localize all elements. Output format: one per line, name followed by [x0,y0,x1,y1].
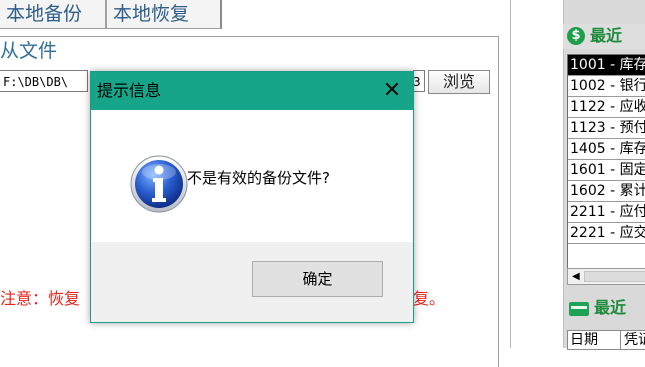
list-item[interactable]: 1122 - 应收 [568,97,645,118]
card-icon [569,302,589,316]
notice-text-tail: 复。 [413,289,446,308]
horizontal-scrollbar[interactable]: ◀ [567,268,645,285]
from-file-label: 从文件 [0,40,58,62]
column-separator [620,331,621,349]
list-item[interactable]: 2211 - 应付 [568,202,645,223]
backup-path-input-tail[interactable]: 3 [413,70,425,92]
scroll-thumb[interactable] [584,271,645,282]
dollar-icon: $ [567,27,585,45]
dialog-title: 提示信息 [97,81,162,100]
voucher-grid-header: 日期 凭证 [567,330,645,350]
browse-button[interactable]: 浏览 [428,70,490,94]
dialog-titlebar[interactable]: 提示信息 ✕ [91,72,413,110]
list-item[interactable]: 1602 - 累计 [568,181,645,202]
info-icon [130,155,188,213]
list-item[interactable]: 2221 - 应交 [568,223,645,244]
column-header-voucher[interactable]: 凭证 [622,331,645,349]
list-item[interactable]: 1002 - 银行 [568,76,645,97]
ok-button[interactable]: 确定 [252,261,383,297]
list-item[interactable]: 1601 - 固定 [568,160,645,181]
tab-local-restore[interactable]: 本地恢复 [106,0,222,29]
recent-accounts-title: 最近 [590,26,623,45]
list-item[interactable]: 1001 - 库存 [568,55,645,76]
list-item[interactable]: 1405 - 库存 [568,139,645,160]
backup-path-input[interactable]: F:\DB\DB\ [0,70,88,92]
dialog-body: 不是有效的备份文件? [91,110,413,242]
scroll-left-arrow-icon[interactable]: ◀ [572,272,580,282]
column-header-date[interactable]: 日期 [568,331,598,349]
notice-text: 注意：恢复 [0,289,81,308]
close-icon[interactable]: ✕ [379,78,405,104]
dialog-footer: 确定 [91,242,413,322]
list-item[interactable]: 1123 - 预付 [568,118,645,139]
panel-divider [510,0,511,348]
recent-vouchers-title: 最近 [594,298,627,317]
dialog-message: 不是有效的备份文件? [187,169,330,187]
tab-local-backup[interactable]: 本地备份 [0,0,106,29]
tab-strip: 本地备份 本地恢复 [0,0,222,30]
message-dialog: 提示信息 ✕ 不是有效的备份文件? 确定 [90,71,414,323]
account-list[interactable]: 1001 - 库存 1002 - 银行 1122 - 应收 1123 - 预付 … [567,54,645,270]
